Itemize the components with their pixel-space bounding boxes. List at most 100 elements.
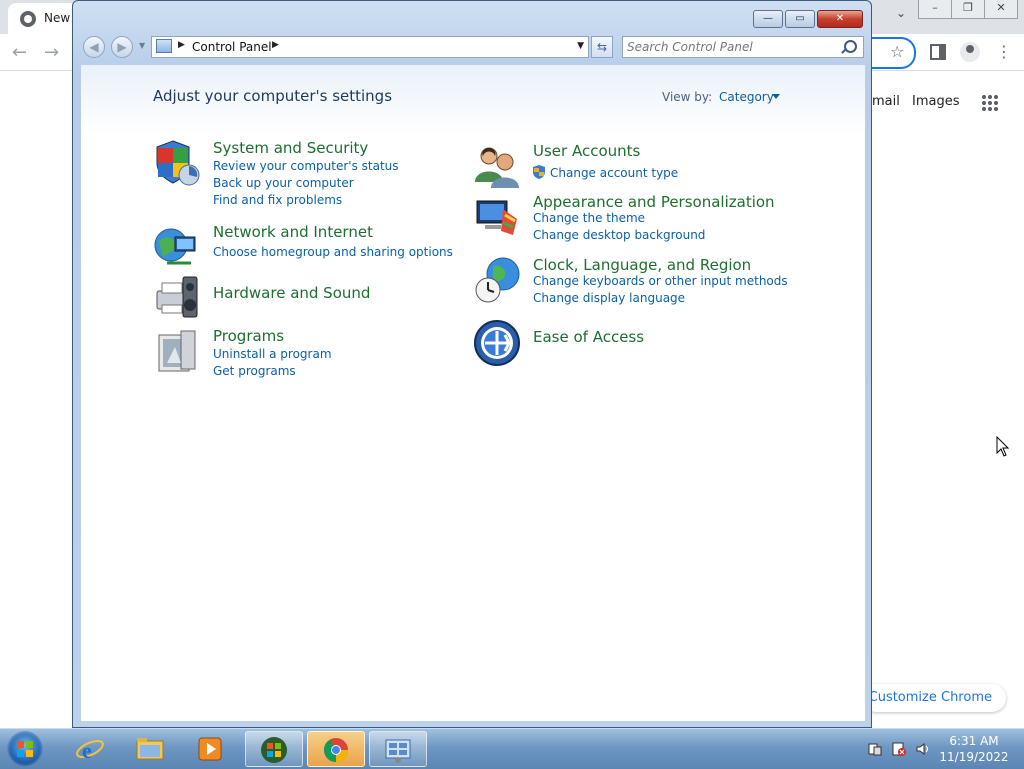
maximize-button[interactable]: ▭	[785, 10, 815, 28]
category-link[interactable]: Review your computer's status	[213, 159, 399, 173]
back-arrow-icon[interactable]: ←	[12, 42, 27, 63]
programs-box-icon	[158, 330, 196, 372]
category-link[interactable]: Back up your computer	[213, 176, 354, 190]
page-title: Adjust your computer's settings	[153, 87, 393, 105]
control-panel-icon[interactable]	[369, 731, 427, 767]
windows-logo-icon[interactable]	[245, 731, 303, 767]
svg-text:e: e	[82, 738, 92, 763]
taskbar-clock[interactable]: 6:31 AM 11/19/2022	[934, 733, 1014, 765]
category-ease-of-access: Ease of Access	[473, 319, 803, 369]
clock-date: 11/19/2022	[939, 750, 1009, 764]
breadcrumb-arrow-icon[interactable]: ▶	[178, 40, 185, 50]
category-link[interactable]: Uninstall a program	[213, 347, 332, 361]
view-by-label: View by:	[662, 90, 713, 104]
category-title[interactable]: Clock, Language, and Region	[533, 256, 751, 274]
taskbar: e 6:31 AM 11/19/2022	[0, 728, 1024, 769]
category-system-security: System and Security Review your computer…	[153, 139, 453, 209]
recent-pages-dropdown-icon[interactable]: ▼	[139, 41, 145, 50]
address-dropdown-icon[interactable]: ▼	[577, 41, 584, 51]
search-box	[622, 36, 864, 58]
chrome-favicon-icon	[20, 11, 36, 27]
chrome-close-button[interactable]: ✕	[984, 0, 1018, 19]
chrome-glyph	[324, 738, 348, 762]
category-programs: Programs Uninstall a program Get program…	[153, 327, 453, 387]
category-link[interactable]: Choose homegroup and sharing options	[213, 245, 453, 259]
bookmark-star-icon[interactable]: ☆	[890, 42, 904, 61]
action-center-icon[interactable]	[868, 742, 882, 756]
gmail-link[interactable]: mail	[872, 94, 900, 109]
control-panel-window: — ▭ ✕ ◀ ▶ ▼ ▶ Control Panel ▶ ▼ ⇆ Adjust…	[72, 0, 872, 728]
folder-glyph	[136, 738, 164, 760]
category-title[interactable]: User Accounts	[533, 142, 640, 160]
shield-icon	[156, 140, 200, 186]
network-warning-icon[interactable]	[892, 742, 906, 756]
control-panel-small-icon	[156, 39, 172, 53]
category-hardware-sound: Hardware and Sound	[153, 273, 453, 323]
media-player-icon[interactable]	[182, 731, 240, 767]
close-button[interactable]: ✕	[817, 10, 863, 28]
category-link[interactable]: Find and fix problems	[213, 193, 342, 207]
refresh-button[interactable]: ⇆	[591, 36, 613, 58]
printer-speaker-icon	[156, 276, 198, 318]
mouse-cursor-icon	[996, 436, 1010, 457]
search-input[interactable]	[627, 38, 837, 56]
google-apps-icon[interactable]	[981, 94, 999, 112]
category-title[interactable]: Network and Internet	[213, 223, 373, 241]
back-button[interactable]: ◀	[83, 36, 105, 58]
category-title[interactable]: Programs	[213, 327, 284, 345]
category-title[interactable]: System and Security	[213, 139, 368, 157]
clock-globe-icon	[475, 257, 520, 303]
control-panel-glyph	[385, 739, 411, 763]
category-link[interactable]: Change the theme	[533, 211, 645, 225]
category-link[interactable]: Change keyboards or other input methods	[533, 274, 788, 288]
breadcrumb-control-panel[interactable]: Control Panel	[192, 40, 272, 54]
forward-arrow-icon[interactable]: →	[44, 42, 59, 63]
breadcrumb-arrow-icon[interactable]: ▶	[272, 40, 279, 50]
customize-chrome-button[interactable]: Customize Chrome	[862, 684, 1006, 712]
images-link[interactable]: Images	[912, 94, 960, 109]
control-panel-content: Adjust your computer's settings View by:…	[81, 65, 865, 721]
internet-explorer-icon[interactable]: e	[62, 731, 120, 767]
category-link[interactable]: Change account type	[550, 166, 678, 180]
side-panel-icon[interactable]	[930, 44, 946, 60]
uac-shield-icon	[533, 165, 545, 179]
address-bar[interactable]: ▶ Control Panel ▶ ▼	[151, 36, 589, 58]
clock-time: 6:31 AM	[949, 734, 999, 748]
window-caption-buttons: — ▭ ✕	[751, 10, 863, 28]
start-orb-icon[interactable]	[7, 731, 43, 767]
users-icon	[475, 147, 519, 188]
windows-flag-icon	[17, 741, 33, 757]
volume-icon[interactable]	[916, 742, 930, 756]
chrome-icon[interactable]	[307, 731, 365, 767]
forward-button[interactable]: ▶	[111, 36, 133, 58]
category-title[interactable]: Appearance and Personalization	[533, 193, 775, 211]
chrome-restore-button[interactable]: ❐	[951, 0, 985, 19]
category-network-internet: Network and Internet Choose homegroup an…	[153, 223, 453, 273]
kebab-menu-icon[interactable]: ⋮	[996, 42, 1012, 61]
network-globe-icon	[154, 228, 196, 265]
chrome-tab-title: New	[44, 11, 71, 25]
dropdown-arrow-icon[interactable]	[772, 94, 780, 99]
category-link[interactable]: Change desktop background	[533, 228, 705, 242]
category-clock-language-region: Clock, Language, and Region Change keybo…	[473, 256, 803, 310]
minimize-button[interactable]: —	[753, 10, 783, 28]
category-title[interactable]: Hardware and Sound	[213, 284, 370, 302]
chrome-window-controls: – ❐ ✕	[918, 0, 1018, 19]
chevron-down-icon[interactable]: ⌄	[896, 6, 906, 20]
chrome-minimize-button[interactable]: –	[918, 0, 952, 19]
category-appearance-personalization: Appearance and Personalization Change th…	[473, 193, 803, 247]
media-player-glyph	[198, 737, 222, 761]
category-title[interactable]: Ease of Access	[533, 328, 644, 346]
view-by-dropdown[interactable]: Category	[719, 90, 774, 104]
monitor-palette-icon	[476, 200, 517, 235]
ease-of-access-icon	[474, 320, 520, 366]
profile-avatar-icon[interactable]	[960, 42, 980, 62]
file-explorer-icon[interactable]	[122, 731, 180, 767]
category-link[interactable]: Change display language	[533, 291, 685, 305]
internet-explorer-glyph: e	[76, 738, 104, 763]
address-row: ◀ ▶ ▼ ▶ Control Panel ▶ ▼ ⇆	[81, 34, 865, 60]
windows-orb-glyph	[261, 737, 287, 763]
category-user-accounts: User Accounts Change account type	[473, 142, 803, 192]
search-icon[interactable]	[844, 40, 857, 53]
category-link[interactable]: Get programs	[213, 364, 296, 378]
